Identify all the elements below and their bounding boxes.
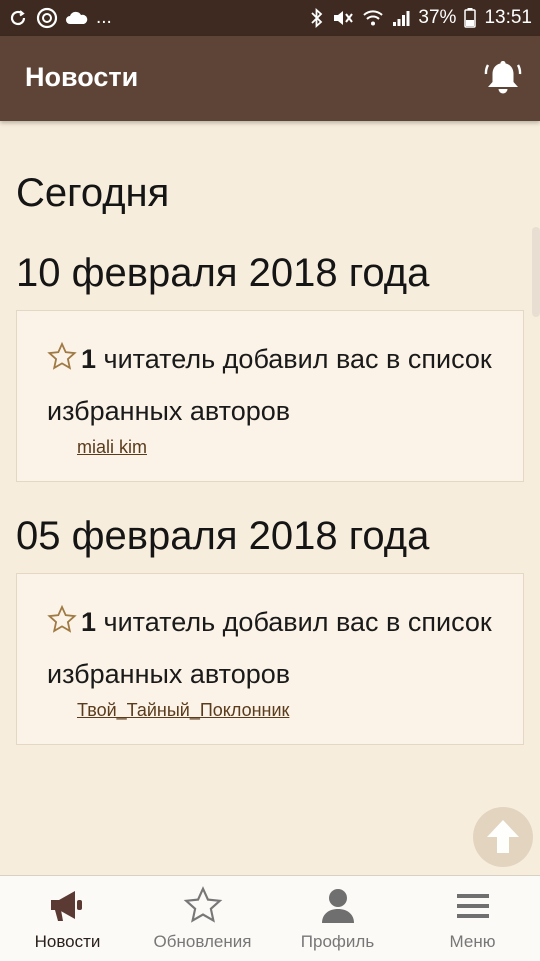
menu-icon: [456, 894, 489, 918]
battery-icon: [464, 7, 477, 29]
user-link[interactable]: Твой_Тайный_Поклонник: [77, 700, 289, 721]
nav-item-news[interactable]: Новости: [0, 876, 135, 961]
app-bar: Новости: [0, 36, 540, 121]
star-icon: [183, 886, 222, 923]
news-card: 1 читатель добавил вас в список избранны…: [16, 573, 524, 745]
clock: 13:51: [484, 7, 532, 28]
notifications-button[interactable]: [482, 56, 524, 98]
nav-item-profile[interactable]: Профиль: [270, 876, 405, 961]
status-more: ...: [96, 7, 112, 28]
star-icon: [47, 342, 77, 370]
battery-percent: 37%: [418, 7, 457, 28]
bottom-navigation: Новости Обновления Профиль Меню: [0, 875, 540, 961]
reader-count: 1: [81, 344, 97, 374]
mute-icon: [332, 7, 354, 29]
news-card-text: 1 читатель добавил вас в список избранны…: [47, 596, 507, 700]
nav-label: Меню: [449, 932, 496, 951]
news-card-text: 1 читатель добавил вас в список избранны…: [47, 333, 507, 437]
wifi-icon: [362, 7, 384, 29]
person-icon: [321, 889, 354, 923]
user-link[interactable]: miali kim: [77, 437, 147, 458]
nav-label: Профиль: [300, 932, 375, 951]
status-bar: ... 37% 13:51: [0, 0, 540, 36]
status-bar-right: 37% 13:51: [310, 7, 532, 29]
scrollbar[interactable]: [532, 227, 540, 317]
bell-icon: [484, 61, 522, 94]
reader-count: 1: [81, 607, 97, 637]
news-feed[interactable]: Сегодня 10 февраля 2018 года 1 читатель …: [0, 121, 540, 875]
nav-item-menu[interactable]: Меню: [405, 876, 540, 961]
scroll-to-top-button[interactable]: [473, 807, 533, 867]
news-message: читатель добавил вас в список избранных …: [47, 607, 492, 689]
star-icon: [47, 605, 77, 633]
today-heading: Сегодня: [16, 171, 170, 215]
signal-icon: [392, 7, 410, 29]
arrow-up-icon: [487, 820, 519, 853]
news-card: 1 читатель добавил вас в список избранны…: [16, 310, 524, 482]
status-bar-left: ...: [8, 7, 112, 29]
page-title: Новости: [25, 62, 139, 92]
date-heading: 05 февраля 2018 года: [16, 514, 430, 558]
app-icon: [36, 7, 58, 29]
sync-icon: [8, 7, 28, 29]
nav-label: Новости: [34, 932, 101, 951]
news-message: читатель добавил вас в список избранных …: [47, 344, 492, 426]
nav-label: Обновления: [153, 932, 252, 951]
megaphone-icon: [50, 891, 82, 921]
date-heading: 10 февраля 2018 года: [16, 251, 430, 295]
bluetooth-icon: [310, 7, 324, 29]
nav-item-updates[interactable]: Обновления: [135, 876, 270, 961]
cloud-icon: [66, 7, 88, 29]
